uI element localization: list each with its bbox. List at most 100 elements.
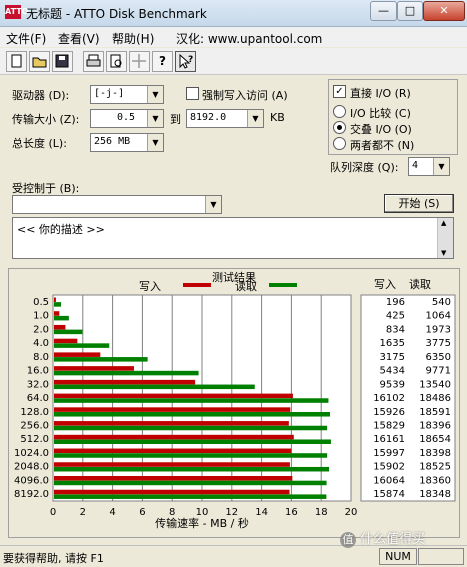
num-lock-indicator: NUM	[379, 548, 417, 565]
y-tick-label: 4.0	[33, 338, 49, 349]
read-bar	[54, 302, 62, 307]
menu-bar: 文件(F) 查看(V) 帮助(H) 汉化: www.upantool.com	[0, 27, 467, 47]
total-length-label: 总长度 (L):	[12, 137, 67, 150]
write-bar	[54, 297, 56, 303]
queue-depth-select[interactable]: 4 ▼	[408, 157, 450, 176]
menu-help[interactable]: 帮助(H)	[112, 30, 154, 47]
y-tick-label: 1024.0	[14, 448, 49, 459]
read-value-label: 1064	[426, 311, 451, 322]
io-compare-label: I/O 比较 (C)	[350, 107, 411, 120]
chevron-down-icon: ▼	[205, 196, 221, 213]
write-value-label: 5434	[380, 366, 405, 377]
read-value-label: 18525	[419, 462, 451, 473]
read-bar	[54, 439, 331, 445]
read-bar	[54, 370, 199, 376]
overlapped-io-radio[interactable]	[333, 121, 346, 134]
io-compare-radio[interactable]	[333, 105, 346, 118]
transfer-from-select[interactable]: 0.5 ▼	[90, 109, 164, 128]
description-text: << 你的描述 >>	[17, 223, 105, 236]
write-value-label: 16064	[373, 475, 405, 486]
move-icon[interactable]	[129, 51, 150, 72]
y-tick-label: 32.0	[27, 379, 49, 390]
write-bar	[54, 407, 291, 412]
direct-io-checkbox[interactable]: ✓	[333, 85, 346, 98]
save-icon[interactable]	[52, 51, 73, 72]
write-bar	[54, 421, 289, 426]
x-tick-label: 2	[80, 507, 86, 518]
overlapped-io-label: 交叠 I/O (O)	[350, 123, 412, 136]
x-tick-label: 0	[50, 507, 56, 518]
print-icon[interactable]	[83, 51, 104, 72]
write-value-label: 3175	[380, 352, 405, 363]
watermark-logo-icon: 值	[340, 531, 356, 548]
write-bar	[54, 448, 292, 454]
description-scrollbar[interactable]: ▲ ▼	[437, 218, 453, 258]
x-axis-label: 传输速率 - MB / 秒	[155, 516, 249, 530]
x-tick-label: 4	[109, 507, 115, 518]
force-write-label: 强制写入访问 (A)	[202, 89, 288, 102]
description-textarea[interactable]: << 你的描述 >> ▲ ▼	[12, 217, 454, 259]
read-bar	[54, 425, 328, 431]
write-value-label: 196	[386, 297, 405, 308]
kb-label: KB	[270, 111, 285, 124]
x-tick-label: 6	[139, 507, 145, 518]
read-value-label: 18486	[419, 393, 451, 404]
menu-credit[interactable]: 汉化: www.upantool.com	[176, 30, 322, 47]
minimize-button[interactable]: —	[370, 1, 397, 21]
to-label: 到	[170, 113, 181, 126]
read-value-label: 9771	[426, 366, 451, 377]
menu-file[interactable]: 文件(F)	[6, 30, 46, 47]
read-bar	[54, 466, 330, 472]
write-bar	[54, 393, 293, 399]
y-tick-label: 1.0	[33, 311, 49, 322]
write-bar	[54, 476, 293, 481]
chevron-down-icon: ▼	[433, 158, 449, 175]
write-bar	[54, 489, 290, 495]
menu-view[interactable]: 查看(V)	[58, 30, 100, 47]
read-bar	[54, 384, 255, 390]
x-tick-label: 16	[285, 507, 298, 518]
maximize-button[interactable]: □	[397, 1, 423, 21]
column-read-header: 读取	[409, 277, 431, 291]
atto-app-icon: ATTO	[5, 5, 28, 19]
watermark: 值 什么值得买	[340, 528, 460, 548]
read-value-label: 18398	[419, 448, 451, 459]
close-button[interactable]: ✕	[423, 1, 465, 21]
write-bar	[54, 434, 294, 440]
drive-select[interactable]: [-j-] ▼	[90, 85, 164, 104]
drive-label: 驱动器 (D):	[12, 89, 70, 102]
read-bar	[54, 329, 83, 335]
neither-radio[interactable]	[333, 137, 346, 150]
y-tick-label: 8.0	[33, 352, 49, 363]
y-tick-label: 0.5	[33, 297, 49, 308]
context-help-icon[interactable]: ?	[175, 51, 196, 72]
total-length-select[interactable]: 256 MB ▼	[90, 133, 164, 152]
scroll-up-icon[interactable]: ▲	[441, 219, 446, 227]
print-preview-icon[interactable]	[106, 51, 127, 72]
chevron-down-icon: ▼	[147, 110, 163, 127]
read-bar	[54, 343, 110, 348]
chevron-down-icon: ▼	[147, 134, 163, 151]
chevron-down-icon: ▼	[147, 86, 163, 103]
transfer-to-select[interactable]: 8192.0 ▼	[186, 109, 264, 128]
new-icon[interactable]	[6, 51, 27, 72]
read-value-label: 18360	[419, 475, 451, 486]
open-icon[interactable]	[29, 51, 50, 72]
results-group: 测试结果 写入 读取 写入 读取 传输速率 - MB / 秒 0.5 1.0 2.0…	[8, 268, 460, 538]
status-bar: 要获得帮助, 请按 F1 NUM	[0, 545, 467, 567]
write-value-label: 15997	[373, 448, 405, 459]
scroll-down-icon[interactable]: ▼	[441, 249, 446, 257]
write-value-label: 15829	[373, 420, 405, 431]
start-button[interactable]: 开始 (S)	[384, 194, 454, 213]
controlled-by-select[interactable]: ▼	[12, 195, 222, 214]
y-tick-label: 256.0	[20, 420, 49, 431]
status-help-text: 要获得帮助, 请按 F1	[3, 552, 104, 565]
help-icon[interactable]: ?	[152, 51, 173, 72]
force-write-checkbox[interactable]	[186, 87, 199, 100]
direct-io-label: 直接 I/O (R)	[350, 87, 411, 100]
read-value-label: 18396	[419, 420, 451, 431]
read-bar	[54, 357, 148, 362]
write-value-label: 9539	[380, 379, 405, 390]
read-value-label: 18654	[419, 434, 451, 445]
y-tick-label: 128.0	[20, 407, 49, 418]
